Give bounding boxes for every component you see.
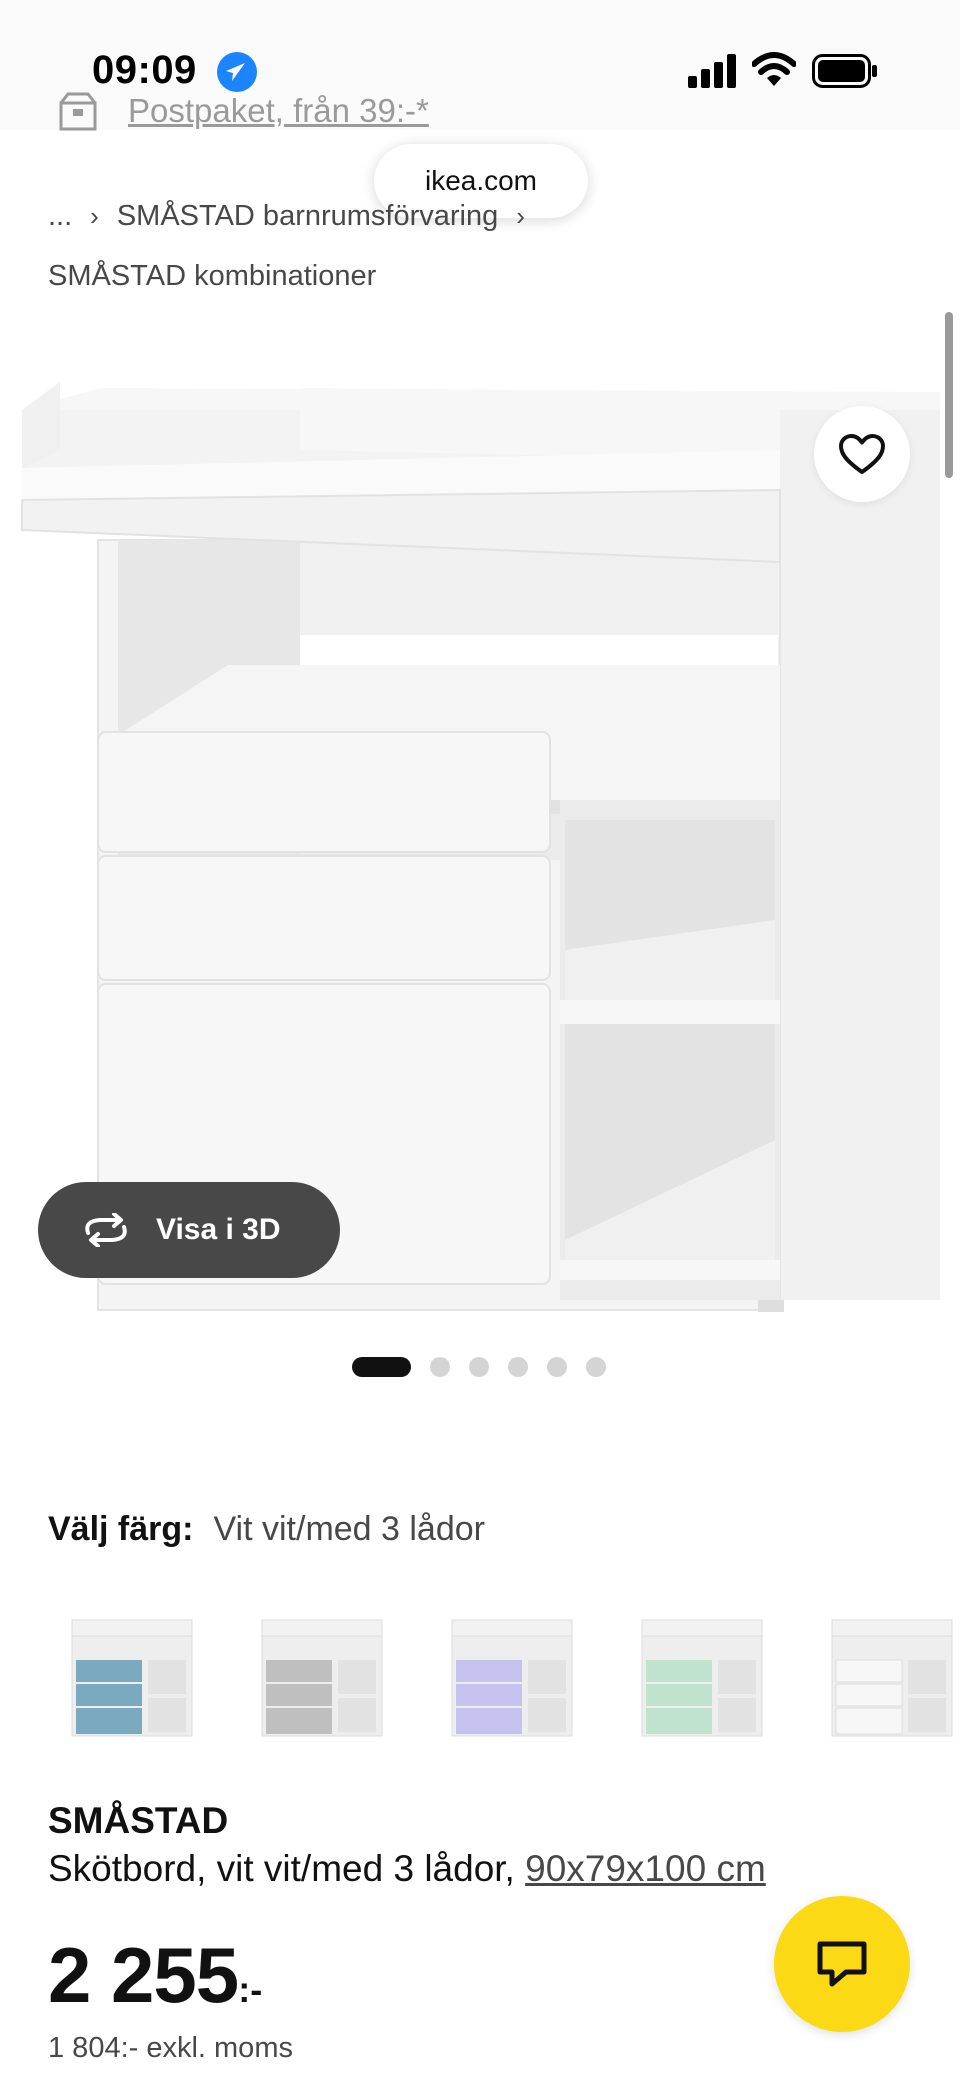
breadcrumb: ... › SMÅSTAD barnrumsförvaring › — [48, 200, 543, 233]
view-in-3d-button[interactable]: Visa i 3D — [38, 1182, 340, 1278]
product-dimensions-link[interactable]: 90x79x100 cm — [525, 1848, 766, 1889]
pagination-dot[interactable] — [469, 1357, 489, 1377]
breadcrumb-parent-link[interactable]: SMÅSTAD barnrumsförvaring — [117, 200, 498, 233]
price-suffix: :- — [238, 1969, 263, 2010]
shipping-banner-link[interactable]: Postpaket, från 39:-* — [128, 92, 429, 130]
wifi-icon — [752, 52, 796, 86]
cellular-signal-icon — [688, 54, 736, 88]
breadcrumb-ellipsis[interactable]: ... — [48, 200, 72, 233]
pagination-dot[interactable] — [547, 1357, 567, 1377]
breadcrumb-current-link[interactable]: SMÅSTAD kombinationer — [48, 260, 376, 293]
parcel-icon — [59, 92, 97, 131]
color-label: Välj färg: — [48, 1510, 194, 1548]
chat-bubble-icon — [817, 1941, 867, 1987]
product-description-text: Skötbord, vit vit/med 3 lådor, — [48, 1848, 515, 1889]
price-value: 2 255 — [48, 1931, 239, 2019]
color-swatch-blue[interactable] — [58, 1600, 206, 1748]
selected-color: Vit vit/med 3 lådor — [213, 1510, 485, 1548]
product-name: SMÅSTAD — [48, 1800, 229, 1841]
color-selector-label: Välj färg: Vit vit/med 3 lådor — [48, 1510, 485, 1549]
battery-icon — [812, 54, 877, 88]
rotate-3d-icon — [85, 1213, 127, 1247]
favorite-button[interactable] — [814, 406, 910, 502]
shipping-banner[interactable]: Postpaket, från 39:-* — [58, 86, 429, 136]
heart-icon — [839, 434, 885, 474]
pagination-dot-active[interactable] — [352, 1357, 411, 1377]
page-scrollbar[interactable] — [945, 312, 953, 478]
price-excl-vat: 1 804:- exkl. moms — [48, 2032, 293, 2064]
image-pagination — [352, 1357, 625, 1377]
color-swatches — [58, 1600, 960, 1748]
chevron-right-icon: › — [516, 201, 525, 231]
color-swatch-mint[interactable] — [628, 1600, 776, 1748]
color-swatch-grey[interactable] — [248, 1600, 396, 1748]
pagination-dot[interactable] — [508, 1357, 528, 1377]
view-in-3d-label: Visa i 3D — [156, 1213, 281, 1246]
product-description: Skötbord, vit vit/med 3 lådor, 90x79x100… — [48, 1848, 766, 1890]
product-price: 2 255:- — [48, 1930, 262, 2021]
chevron-right-icon: › — [90, 201, 99, 231]
url-text: ikea.com — [424, 165, 538, 196]
pagination-dot[interactable] — [586, 1357, 606, 1377]
chat-button[interactable] — [774, 1896, 910, 2032]
pagination-dot[interactable] — [430, 1357, 450, 1377]
color-swatch-white[interactable] — [818, 1600, 960, 1748]
color-swatch-lilac[interactable] — [438, 1600, 586, 1748]
